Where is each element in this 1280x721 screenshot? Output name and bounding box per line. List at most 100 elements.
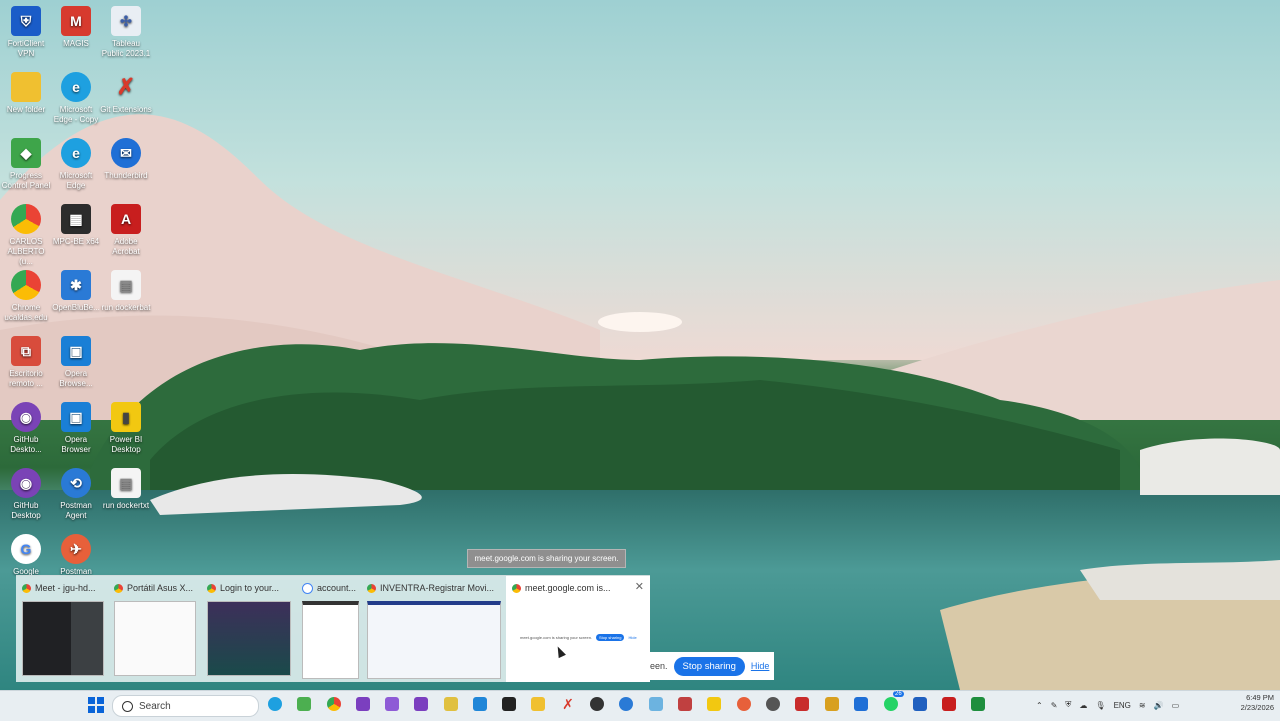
- close-icon[interactable]: ✕: [635, 580, 644, 593]
- taskbar-search[interactable]: Search: [112, 695, 259, 717]
- edge-icon: e: [61, 138, 91, 168]
- thumbnail-portatil-asus[interactable]: Portátil Asus X...: [108, 576, 201, 682]
- taskbar-thumbnail-tooltip: meet.google.com is sharing your screen.: [467, 549, 626, 568]
- taskbar-notepad-icon[interactable]: [297, 697, 311, 711]
- chrome-taskbar-thumbnails: Meet - jgu-hd... Portátil Asus X... Logi…: [16, 575, 650, 682]
- thumbnail-preview: [207, 601, 291, 676]
- taskbar-app-6-icon[interactable]: [854, 697, 868, 711]
- taskbar-clock[interactable]: 6:49 PM 2/23/2026: [1218, 693, 1274, 713]
- thumbnail-preview: [114, 601, 196, 676]
- stop-sharing-button[interactable]: Stop sharing: [673, 656, 745, 676]
- thumbnail-inventra[interactable]: INVENTRA-Registrar Movi...: [361, 576, 501, 682]
- google-icon: G: [11, 534, 41, 564]
- desktop-icon-thunderbird[interactable]: ✉ Thunderbird: [100, 136, 152, 200]
- taskbar-postman-agent-icon[interactable]: [619, 697, 633, 711]
- thumbnail-meet-sharing[interactable]: meet.google.com is... ✕ meet.google.com …: [506, 576, 650, 682]
- taskbar-app-4-icon[interactable]: [795, 697, 809, 711]
- thumbnail-preview: [367, 601, 501, 679]
- opera-icon: ▣: [61, 336, 91, 366]
- desktop-icon-forticlient[interactable]: ⛨ FortiClient VPN: [0, 4, 52, 68]
- progress-icon: ◆: [11, 138, 41, 168]
- taskbar-chrome-icon[interactable]: [327, 697, 341, 711]
- postman-agent-icon: ⟲: [61, 468, 91, 498]
- chrome-icon: [512, 583, 521, 593]
- thumbnail-login[interactable]: Login to your...: [201, 576, 296, 682]
- thumbnail-meet[interactable]: Meet - jgu-hd...: [16, 576, 108, 682]
- desktop-icon-grid: ⛨ FortiClient VPN M MAGIS ✣ Tableau Public …: [0, 4, 160, 604]
- hide-link[interactable]: Hide: [751, 661, 770, 671]
- desktop-icon-openblube[interactable]: ✱ OpenBluBe...: [50, 268, 102, 332]
- windows-logo-icon: [88, 697, 95, 704]
- taskbar-file-explorer-icon[interactable]: [531, 697, 545, 711]
- github-icon: ◉: [11, 402, 41, 432]
- taskbar-word-icon[interactable]: [913, 697, 927, 711]
- pen-icon[interactable]: ✎: [1051, 701, 1058, 710]
- desktop-icon-edge-copy[interactable]: e Microsoft Edge - Copy: [50, 70, 102, 134]
- desktop-icon-new-folder[interactable]: New folder: [0, 70, 52, 134]
- desktop-icon-run-docker-bat[interactable]: ▤ run dockerbat: [100, 268, 152, 332]
- taskbar-postman-icon[interactable]: [737, 697, 751, 711]
- taskbar-app-5-icon[interactable]: [825, 697, 839, 711]
- cloud-icon[interactable]: ☁: [1079, 701, 1087, 710]
- desktop-icon-chrome-profile[interactable]: CARLOS ALBERTO (u...: [0, 202, 52, 266]
- desktop-icon-progress[interactable]: ◆ Progress Control Panel: [0, 136, 52, 200]
- desktop-icon-magis[interactable]: M MAGIS: [50, 4, 102, 68]
- taskbar-app-2-icon[interactable]: [678, 697, 692, 711]
- thumbnail-preview: [22, 601, 104, 676]
- taskbar-power-bi-icon[interactable]: [707, 697, 721, 711]
- desktop-icon-postman-agent[interactable]: ⟲ Postman Agent: [50, 466, 102, 530]
- taskbar-whatsapp-icon[interactable]: 26: [884, 691, 904, 711]
- microphone-icon[interactable]: 🎙: [1095, 701, 1105, 710]
- language-indicator[interactable]: ENG: [1114, 701, 1131, 710]
- taskbar-app-3-icon[interactable]: [766, 697, 780, 711]
- github-icon: ◉: [11, 468, 41, 498]
- taskbar-acrobat-icon[interactable]: [942, 697, 956, 711]
- chrome-icon: [207, 583, 216, 593]
- search-icon: [122, 700, 133, 712]
- taskbar-app-icon[interactable]: [649, 697, 663, 711]
- power-bi-icon: ▮: [111, 402, 141, 432]
- desktop-icon-opera-1[interactable]: ▣ Opera Browse...: [50, 334, 102, 398]
- wifi-icon[interactable]: ≋: [1139, 701, 1146, 710]
- tableau-icon: ✣: [111, 6, 141, 36]
- file-icon: ▤: [111, 270, 141, 300]
- desktop-icon-acrobat[interactable]: A Adobe Acrobat: [100, 202, 152, 266]
- desktop-icon-chrome-ucaldas[interactable]: Chrome ucaldas.edu: [0, 268, 52, 332]
- taskbar-excel-icon[interactable]: [971, 697, 985, 711]
- thumbnail-account[interactable]: account...: [296, 576, 361, 682]
- taskbar-git-extensions-icon[interactable]: ✗: [561, 697, 575, 711]
- clapper-icon: ▦: [61, 204, 91, 234]
- taskbar-visual-studio-icon[interactable]: [356, 697, 370, 711]
- start-button[interactable]: [88, 697, 104, 713]
- google-icon: [302, 582, 313, 594]
- chrome-icon: [11, 204, 41, 234]
- taskbar-visual-studio-3-icon[interactable]: [414, 697, 428, 711]
- taskbar-terminal-icon[interactable]: [502, 697, 516, 711]
- chrome-icon: [367, 583, 376, 593]
- desktop-icon-git-extensions[interactable]: ✗ Git Extensions: [100, 70, 152, 134]
- desktop-icon-github-2[interactable]: ◉ GitHub Desktop: [0, 466, 52, 530]
- taskbar-vscode-icon[interactable]: [473, 697, 487, 711]
- shield-icon[interactable]: ⛨: [1065, 700, 1071, 710]
- chrome-icon: [11, 270, 41, 300]
- acrobat-icon: A: [111, 204, 141, 234]
- taskbar-github-icon[interactable]: [590, 697, 604, 711]
- desktop-icon-tableau[interactable]: ✣ Tableau Public 2023.1: [100, 4, 152, 68]
- taskbar-edge-icon[interactable]: [268, 697, 282, 711]
- taskbar-visual-studio-2-icon[interactable]: [385, 697, 399, 711]
- desktop-icon-power-bi[interactable]: ▮ Power BI Desktop: [100, 400, 152, 464]
- thunderbird-icon: ✉: [111, 138, 141, 168]
- magis-icon: M: [61, 6, 91, 36]
- desktop-icon-edge[interactable]: e Microsoft Edge: [50, 136, 102, 200]
- desktop-icon-remote-desktop[interactable]: ⧉ Escritorio remoto ...: [0, 334, 52, 398]
- desktop-icon-mpc-be[interactable]: ▦ MPC-BE x64: [50, 202, 102, 266]
- network-icon: ✱: [61, 270, 91, 300]
- chrome-icon: [22, 583, 31, 593]
- desktop-icon-opera-2[interactable]: ▣ Opera Browser: [50, 400, 102, 464]
- desktop-icon-github-1[interactable]: ◉ GitHub Deskto...: [0, 400, 52, 464]
- desktop-icon-run-docker-txt[interactable]: ▤ run dockertxt: [100, 466, 152, 530]
- taskbar-tool-icon[interactable]: [444, 697, 458, 711]
- speaker-icon[interactable]: 🔊: [1154, 701, 1164, 710]
- chevron-up-icon[interactable]: ⌃: [1036, 701, 1043, 710]
- battery-icon[interactable]: ▭: [1172, 701, 1180, 710]
